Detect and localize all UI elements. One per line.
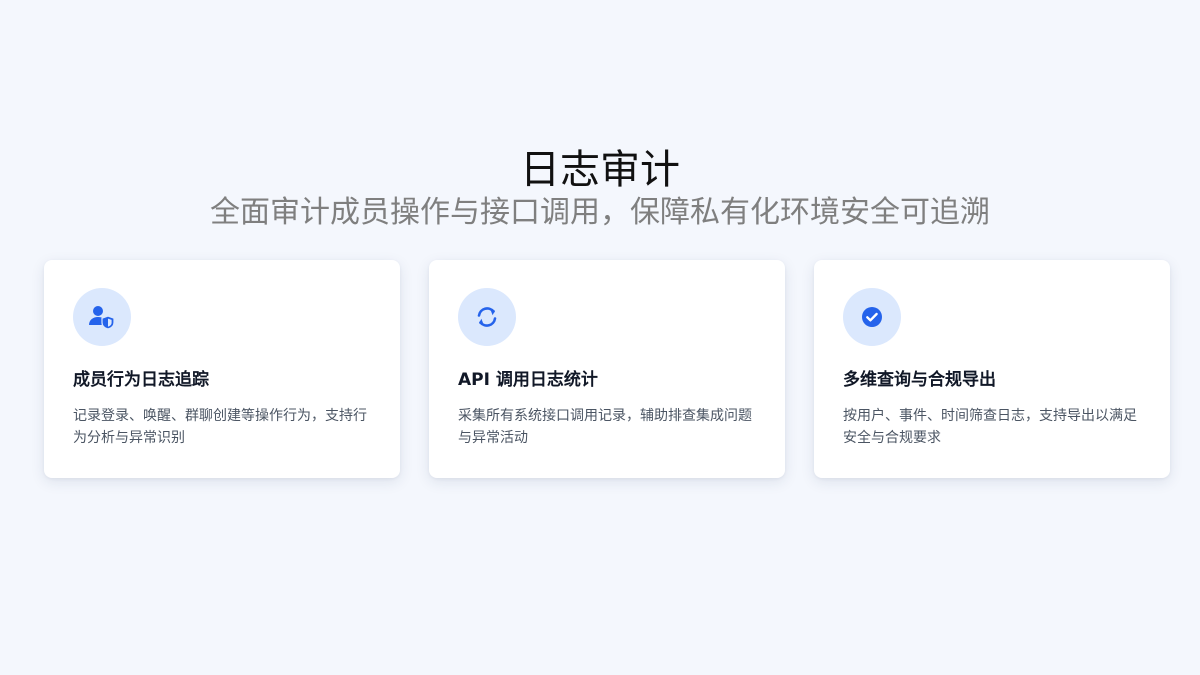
page-subtitle: 全面审计成员操作与接口调用，保障私有化环境安全可追溯 [210, 195, 990, 230]
card-description: 记录登录、唤醒、群聊创建等操作行为，支持行为分析与异常识别 [73, 408, 367, 446]
page: 日志审计 全面审计成员操作与接口调用，保障私有化环境安全可追溯 成员行为日志追踪… [0, 0, 1200, 675]
feature-card-api-logs: API 调用日志统计 采集所有系统接口调用记录，辅助排查集成问题与异常活动 [429, 260, 785, 478]
user-shield-icon [73, 288, 131, 346]
feature-card-member-behavior: 成员行为日志追踪 记录登录、唤醒、群聊创建等操作行为，支持行为分析与异常识别 [44, 260, 400, 478]
card-title: API 调用日志统计 [458, 370, 598, 390]
page-title: 日志审计 [520, 147, 680, 193]
card-description: 按用户、事件、时间筛查日志，支持导出以满足安全与合规要求 [843, 408, 1137, 446]
card-title: 成员行为日志追踪 [73, 370, 209, 390]
feature-cards: 成员行为日志追踪 记录登录、唤醒、群聊创建等操作行为，支持行为分析与异常识别 A… [44, 260, 1170, 478]
feature-card-query-export: 多维查询与合规导出 按用户、事件、时间筛查日志，支持导出以满足安全与合规要求 [814, 260, 1170, 478]
card-description: 采集所有系统接口调用记录，辅助排查集成问题与异常活动 [458, 408, 752, 446]
check-circle-icon [843, 288, 901, 346]
card-title: 多维查询与合规导出 [843, 370, 996, 390]
refresh-icon [458, 288, 516, 346]
